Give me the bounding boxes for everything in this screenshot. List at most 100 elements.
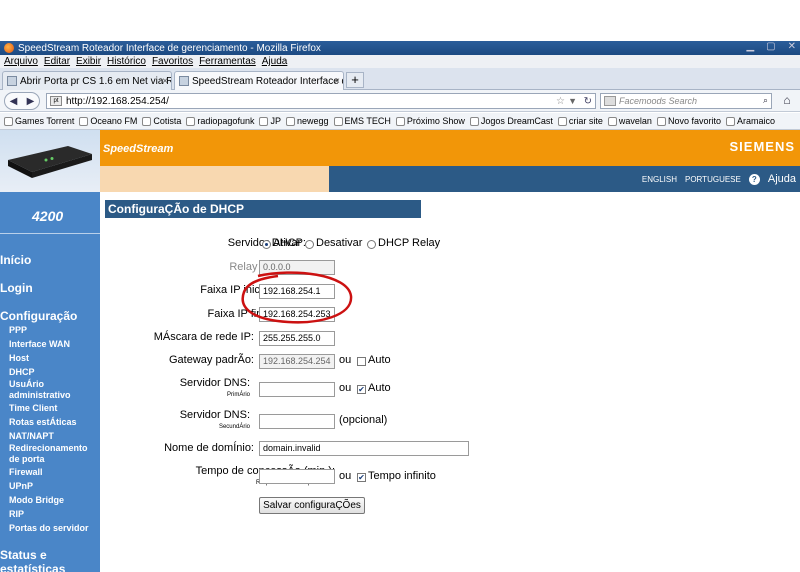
dns-secondary-sublabel: SecundÁrio [218,424,250,430]
lang-portuguese-link[interactable]: PORTUGUESE [685,175,741,184]
menu-ferramentas[interactable]: Ferramentas [199,56,256,67]
minimize-icon[interactable]: ▁ [746,41,754,52]
bookmark-star-icon[interactable]: ☆ [556,96,565,107]
lease-time-input[interactable] [259,469,335,484]
bookmark-icon [656,116,666,126]
nav-login[interactable]: Login [0,281,33,295]
menu-bar: Arquivo Editar Exibir Histórico Favorito… [0,55,800,68]
url-text[interactable]: http://192.168.254.254/ [66,96,169,107]
nav-nat-napt[interactable]: NAT/NAPT [9,431,54,442]
help-link[interactable]: Ajuda [768,173,796,185]
nav-rip[interactable]: RIP [9,509,24,520]
nav-usuario[interactable]: UsuÁrio [9,379,44,390]
help-icon[interactable]: ? [748,173,760,185]
forward-arrow-icon[interactable]: ▶ [27,96,35,107]
bookmark-item[interactable]: radiopagofunk [186,116,254,126]
menu-exibir[interactable]: Exibir [76,56,101,67]
bookmarks-toolbar: Games Torrent Oceano FM Cotista radiopag… [0,113,800,130]
dns-secondary-input[interactable] [259,414,335,429]
bookmark-item[interactable]: Games Torrent [4,116,74,126]
nav-configuracao[interactable]: Configuração [0,309,77,323]
radio-desativar[interactable] [305,240,314,249]
bookmark-item[interactable]: Novo favorito [656,116,721,126]
radio-dhcp-relay[interactable] [367,240,376,249]
infinite-lease-label: Tempo infinito [368,470,436,482]
dns-secondary-label: Servidor DNS: [179,409,250,421]
search-icon[interactable]: ⌕ [763,95,768,106]
dns-primary-input[interactable] [259,382,335,397]
subnet-mask-input[interactable]: 255.255.255.0 [259,331,335,346]
url-bar[interactable]: pt http://192.168.254.254/ ☆ ▼ ↻ [46,93,596,109]
bookmark-item[interactable]: JP [259,116,281,126]
nav-time-client[interactable]: Time Client [9,403,57,414]
menu-favoritos[interactable]: Favoritos [152,56,193,67]
bookmark-item[interactable]: Oceano FM [79,116,137,126]
chevron-down-icon[interactable]: ▼ [568,96,577,106]
radio-ativar[interactable] [262,240,271,249]
nav-modo-bridge[interactable]: Modo Bridge [9,495,64,506]
nav-rotas-estaticas[interactable]: Rotas estÁticas [9,417,77,428]
nav-host[interactable]: Host [9,353,29,364]
gateway-input[interactable]: 192.168.254.254 [259,354,335,369]
bookmark-item[interactable]: criar site [557,116,603,126]
vendor-logo: SIEMENS [729,139,795,154]
radio-desativar-label: Desativar [316,237,363,249]
nav-inicio[interactable]: Início [0,253,31,267]
bookmark-item[interactable]: wavelan [607,116,652,126]
subnet-mask-label: MÁscara de rede IP: [153,331,254,343]
menu-historico[interactable]: Histórico [107,56,146,67]
maximize-icon[interactable]: ▢ [766,41,775,52]
bookmark-icon [607,116,617,126]
bookmark-item[interactable]: Jogos DreamCast [469,116,553,126]
bookmark-item[interactable]: Aramaico [725,116,775,126]
search-placeholder: Facemoods Search [619,96,698,106]
router-header-bar [100,130,800,166]
nav-estatisticas[interactable]: estatísticas [0,562,65,572]
nav-firewall[interactable]: Firewall [9,467,43,478]
tab-abrir-porta[interactable]: Abrir Porta pr CS 1.6 em Net via Rádio × [2,71,172,90]
reload-icon[interactable]: ↻ [584,96,592,107]
menu-ajuda[interactable]: Ajuda [262,56,288,67]
close-tab-icon[interactable]: × [162,76,168,87]
close-window-icon[interactable]: ✕ [788,41,796,52]
nav-interface-wan[interactable]: Interface WAN [9,339,70,350]
gateway-label: Gateway padrÃo: [169,354,254,366]
dns-auto-label: Auto [368,382,391,394]
back-forward-buttons: ◀ ▶ [4,92,40,110]
bookmark-item[interactable]: Próximo Show [395,116,465,126]
language-bar: ENGLISH PORTUGUESE ? Ajuda [329,166,800,192]
dns-primary-or-text: ou [339,382,352,394]
back-arrow-icon[interactable]: ◀ [10,96,18,107]
nav-portas-servidor[interactable]: Portas do servidor [9,523,89,534]
search-box[interactable]: Facemoods Search ⌕ [600,93,772,109]
domain-input[interactable]: domain.invalid [259,441,469,456]
nav-upnp[interactable]: UPnP [9,481,33,492]
new-tab-button[interactable]: + [346,72,364,88]
close-tab-icon[interactable]: × [334,76,340,87]
nav-redirecionamento[interactable]: Redirecionamento [9,443,88,454]
dns-auto-checkbox[interactable]: ✔ [357,385,366,394]
bookmark-icon [557,116,567,126]
menu-editar[interactable]: Editar [44,56,70,67]
bookmark-icon [259,116,269,126]
tab-speedstream[interactable]: SpeedStream Roteador Interface de ... × [174,71,344,90]
nav-status[interactable]: Status e [0,548,47,562]
nav-administrativo[interactable]: administrativo [9,390,71,401]
nav-de-porta[interactable]: de porta [9,454,45,465]
window-controls: ▁ ▢ ✕ [746,41,796,52]
infinite-lease-checkbox[interactable]: ✔ [357,473,366,482]
window-title: SpeedStream Roteador Interface de gerenc… [18,42,321,54]
home-icon[interactable]: ⌂ [778,93,796,109]
bookmark-item[interactable]: EMS TECH [333,116,391,126]
save-settings-button[interactable]: Salvar configuraÇÕes [259,497,365,514]
gateway-auto-checkbox[interactable] [357,357,366,366]
nav-ppp[interactable]: PPP [9,325,27,336]
lang-english-link[interactable]: ENGLISH [642,175,677,184]
tab-label: SpeedStream Roteador Interface de ... [192,75,343,87]
bookmark-item[interactable]: newegg [285,116,329,126]
nav-dhcp[interactable]: DHCP [9,367,35,378]
bookmark-item[interactable]: Cotista [142,116,181,126]
menu-arquivo[interactable]: Arquivo [4,56,38,67]
search-engine-icon[interactable] [604,96,616,106]
sidebar-divider [0,233,100,234]
